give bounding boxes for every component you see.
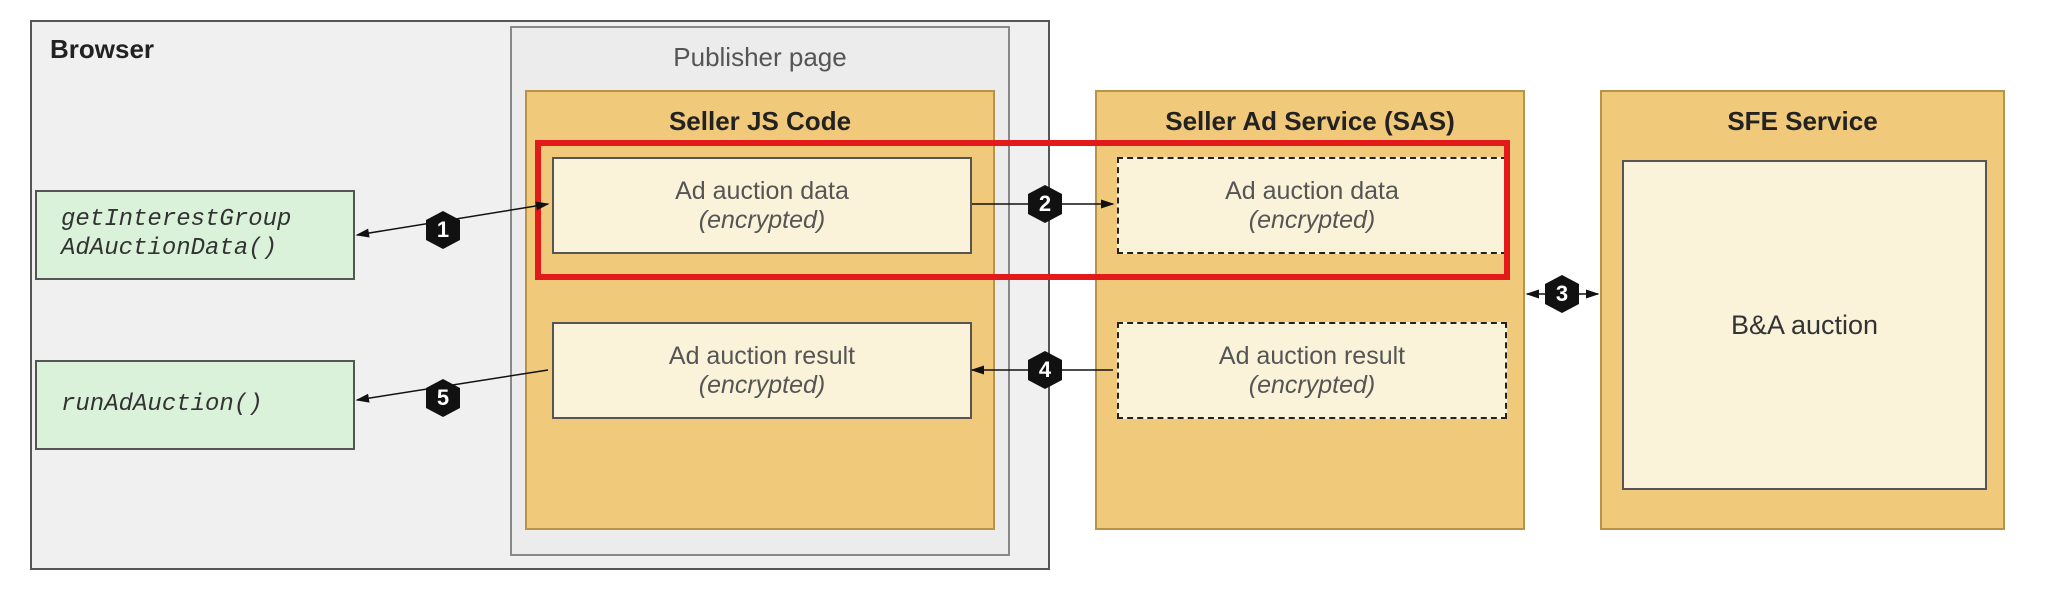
seller-js-auction-data: Ad auction data (encrypted)	[552, 157, 972, 254]
publisher-page-label: Publisher page	[512, 42, 1008, 73]
step-number: 1	[437, 217, 449, 243]
step-badge-1: 1	[423, 210, 463, 250]
encrypted-label: (encrypted)	[699, 206, 825, 235]
api-run-ad-auction-text: runAdAuction()	[61, 391, 263, 420]
seller-js-title: Seller JS Code	[527, 92, 993, 145]
step-badge-3: 3	[1542, 274, 1582, 314]
step-badge-4: 4	[1025, 350, 1065, 390]
api-run-ad-auction: runAdAuction()	[35, 360, 355, 450]
api-get-interest-group: getInterestGroup AdAuctionData()	[35, 190, 355, 280]
sfe-container: SFE Service B&A auction	[1600, 90, 2005, 530]
ba-auction-box: B&A auction	[1622, 160, 1987, 490]
browser-label: Browser	[50, 34, 154, 65]
auction-data-label: Ad auction data	[1225, 177, 1399, 206]
sas-container: Seller Ad Service (SAS) Ad auction data …	[1095, 90, 1525, 530]
auction-result-label: Ad auction result	[1219, 342, 1405, 371]
seller-js-auction-result: Ad auction result (encrypted)	[552, 322, 972, 419]
step-number: 3	[1556, 281, 1568, 307]
auction-data-label: Ad auction data	[675, 177, 849, 206]
sfe-title: SFE Service	[1602, 92, 2003, 145]
auction-result-label: Ad auction result	[669, 342, 855, 371]
step-badge-5: 5	[423, 378, 463, 418]
seller-js-container: Seller JS Code Ad auction data (encrypte…	[525, 90, 995, 530]
step-number: 4	[1039, 357, 1051, 383]
api-get-interest-group-text: getInterestGroup AdAuctionData()	[61, 206, 291, 264]
step-badge-2: 2	[1025, 184, 1065, 224]
ba-auction-label: B&A auction	[1731, 310, 1878, 341]
encrypted-label: (encrypted)	[1249, 206, 1375, 235]
encrypted-label: (encrypted)	[699, 371, 825, 400]
encrypted-label: (encrypted)	[1249, 371, 1375, 400]
sas-auction-data: Ad auction data (encrypted)	[1117, 157, 1507, 254]
sas-title: Seller Ad Service (SAS)	[1097, 92, 1523, 145]
sas-auction-result: Ad auction result (encrypted)	[1117, 322, 1507, 419]
step-number: 5	[437, 385, 449, 411]
step-number: 2	[1039, 191, 1051, 217]
